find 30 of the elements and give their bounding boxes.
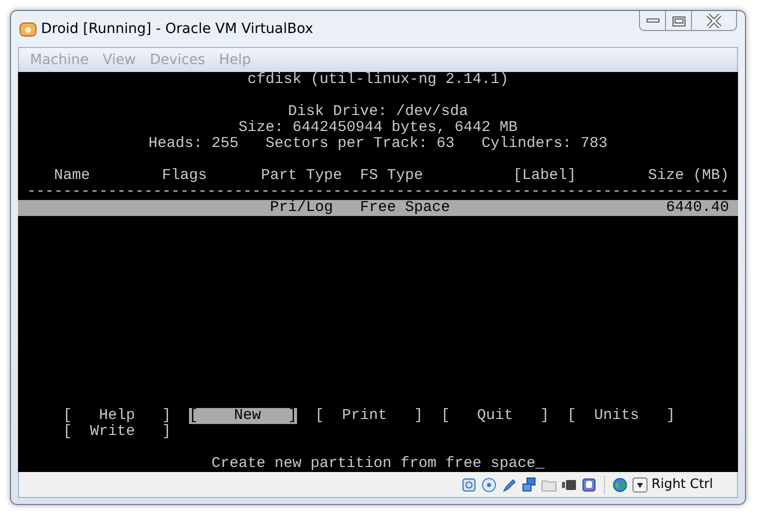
command-button[interactable]: [ New ]	[189, 408, 298, 424]
column-header: [Label]	[513, 168, 576, 184]
maximize-icon	[672, 16, 686, 26]
disk-info-line: Disk Drive: /dev/sda	[288, 103, 468, 120]
separator-line: ------------------------------------------------------------------------------	[27, 183, 730, 200]
chip-icon[interactable]	[580, 476, 596, 492]
globe-icon[interactable]	[612, 476, 628, 492]
column-header: Part Type	[261, 168, 342, 184]
app-icon	[19, 20, 37, 38]
command-button[interactable]: [ Write ]	[63, 424, 172, 440]
column-header: FS Type	[360, 168, 424, 184]
disk-info-line: Size: 6442450944 bytes, 6442 MB	[238, 119, 518, 136]
column-header: Name	[54, 168, 90, 184]
command-button[interactable]: [ Help ]	[63, 408, 172, 424]
status-message: Create new partition from free space_	[211, 455, 545, 472]
host-key-label: Right Ctrl	[652, 476, 713, 494]
disk-info-line: Heads: 255 Sectors per Track: 63 Cylinders: 783	[148, 135, 608, 152]
column-header: Flags	[162, 168, 208, 184]
close-icon	[705, 14, 723, 28]
command-button[interactable]: [ Print ]	[315, 408, 424, 424]
network-icon[interactable]	[520, 476, 536, 492]
command-button[interactable]: [ Quit ]	[441, 408, 550, 424]
partition-row[interactable]: Pri/Log Free Space 6440.40	[18, 200, 738, 216]
usb-pen-icon[interactable]	[500, 476, 516, 492]
column-header: Size (MB)	[648, 168, 729, 184]
minimize-icon	[646, 18, 660, 24]
disc-icon[interactable]	[480, 476, 496, 492]
program-title: cfdisk (util-linux-ng 2.14.1)	[247, 71, 509, 88]
window-title: Droid [Running] - Oracle VM VirtualBox	[41, 20, 314, 38]
command-button[interactable]: [ Units ]	[567, 408, 676, 424]
